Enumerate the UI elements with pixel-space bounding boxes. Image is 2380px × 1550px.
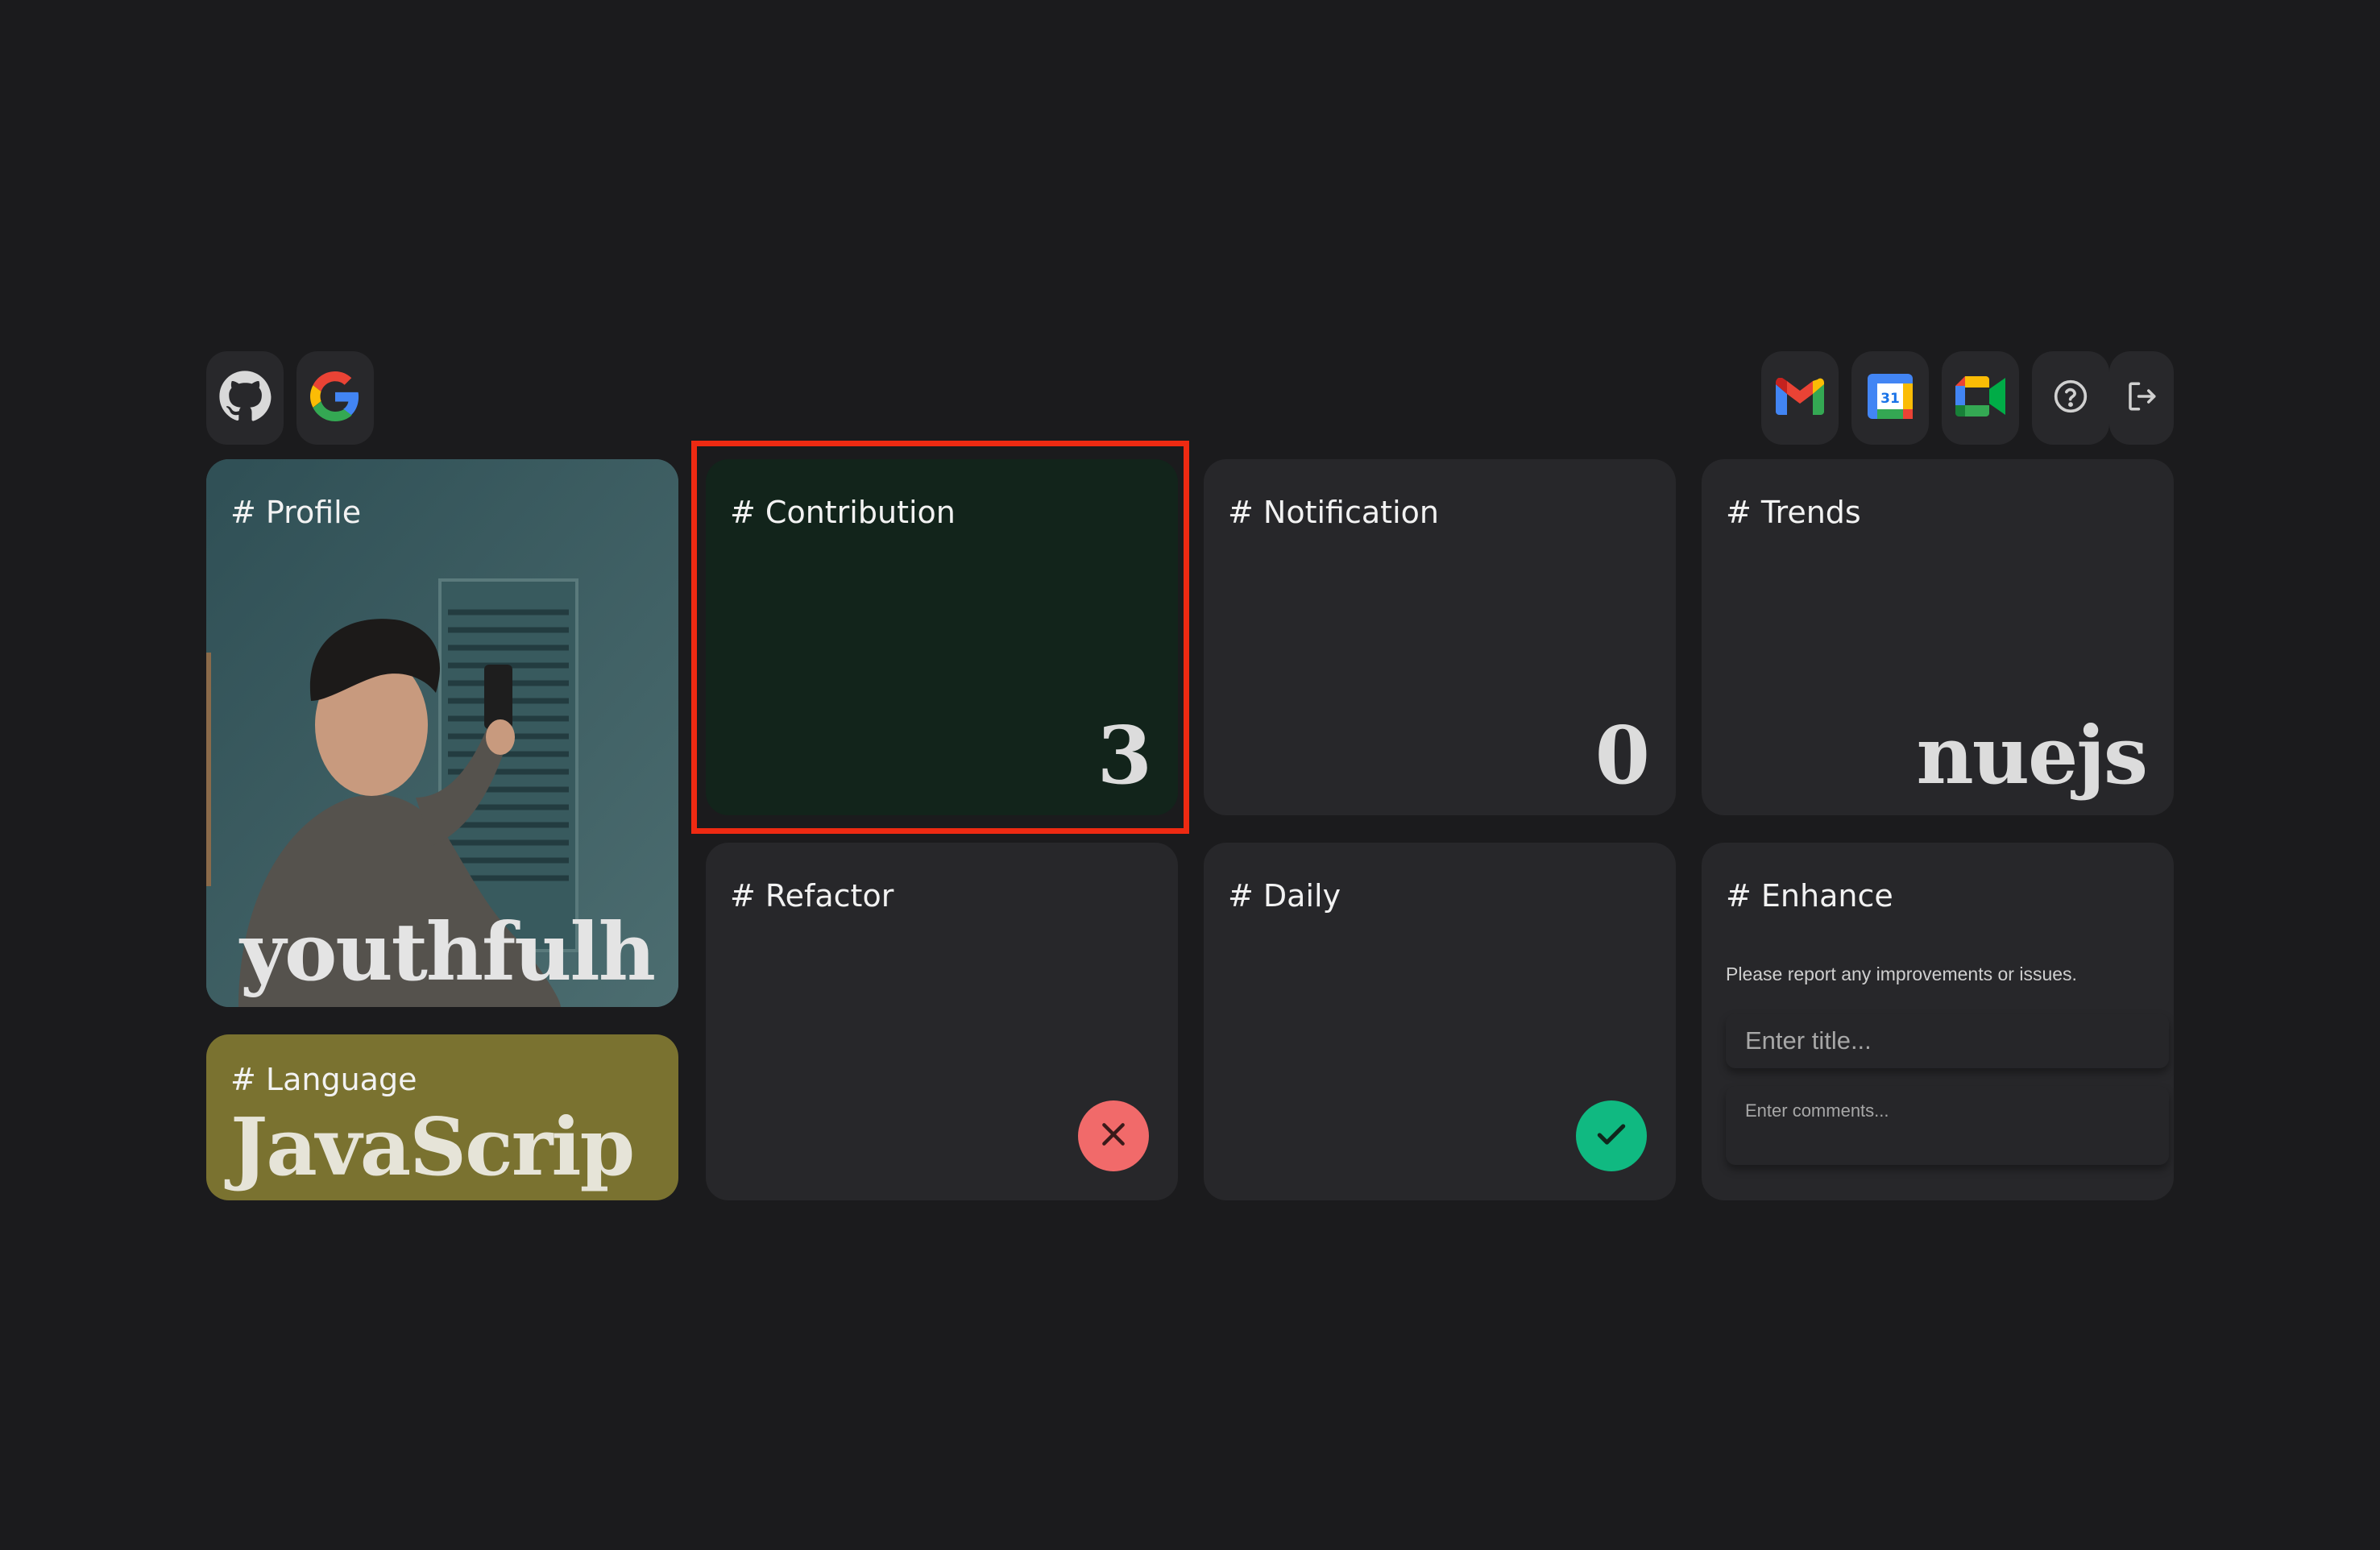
enhance-title-input[interactable] [1726,1013,2169,1068]
calendar-button[interactable]: 31 [1851,351,1929,445]
enhance-description: Please report any improvements or issues… [1726,964,2077,984]
logout-button[interactable] [2109,351,2174,445]
trends-value: nuejs [1916,710,2148,802]
notification-card-title: # Notification [1228,495,1439,530]
x-icon [1097,1118,1130,1154]
google-button[interactable] [296,351,374,445]
language-value: JavaScrip [230,1101,635,1194]
profile-username: youthfulh [240,906,656,999]
calendar-day: 31 [1880,391,1900,407]
google-meet-icon [1955,376,2005,420]
enhance-card-title: # Enhance [1726,878,1893,914]
logout-icon [2125,379,2158,417]
refactor-card[interactable]: # Refactor [706,843,1178,1200]
contribution-card-title: # Contribution [730,495,956,530]
google-icon [310,371,360,425]
gmail-icon [1776,377,1824,418]
meet-button[interactable] [1942,351,2019,445]
profile-card-title: # Profile [230,495,362,530]
trends-card[interactable]: # Trends nuejs [1702,459,2174,815]
help-icon [2053,379,2088,417]
contribution-count: 3 [1097,710,1152,802]
daily-card-title: # Daily [1228,878,1341,914]
github-icon [218,370,272,426]
notification-card[interactable]: # Notification 0 [1204,459,1676,815]
contribution-card[interactable]: # Contribution 3 [706,459,1178,815]
help-button[interactable] [2032,351,2109,445]
profile-card[interactable]: # Profile youthfulh [206,459,678,1007]
notification-count: 0 [1594,710,1650,802]
refactor-status-button[interactable] [1078,1100,1149,1171]
github-button[interactable] [206,351,284,445]
gmail-button[interactable] [1761,351,1839,445]
refactor-card-title: # Refactor [730,878,894,914]
enhance-card: # Enhance Please report any improvements… [1702,843,2174,1200]
enhance-comments-input[interactable] [1726,1086,2169,1165]
google-calendar-icon: 31 [1868,374,1913,422]
check-icon [1594,1117,1629,1155]
trends-card-title: # Trends [1726,495,1861,530]
daily-status-button[interactable] [1576,1100,1647,1171]
language-card-title: # Language [230,1062,417,1097]
language-card[interactable]: # Language JavaScrip [206,1034,678,1200]
daily-card[interactable]: # Daily [1204,843,1676,1200]
